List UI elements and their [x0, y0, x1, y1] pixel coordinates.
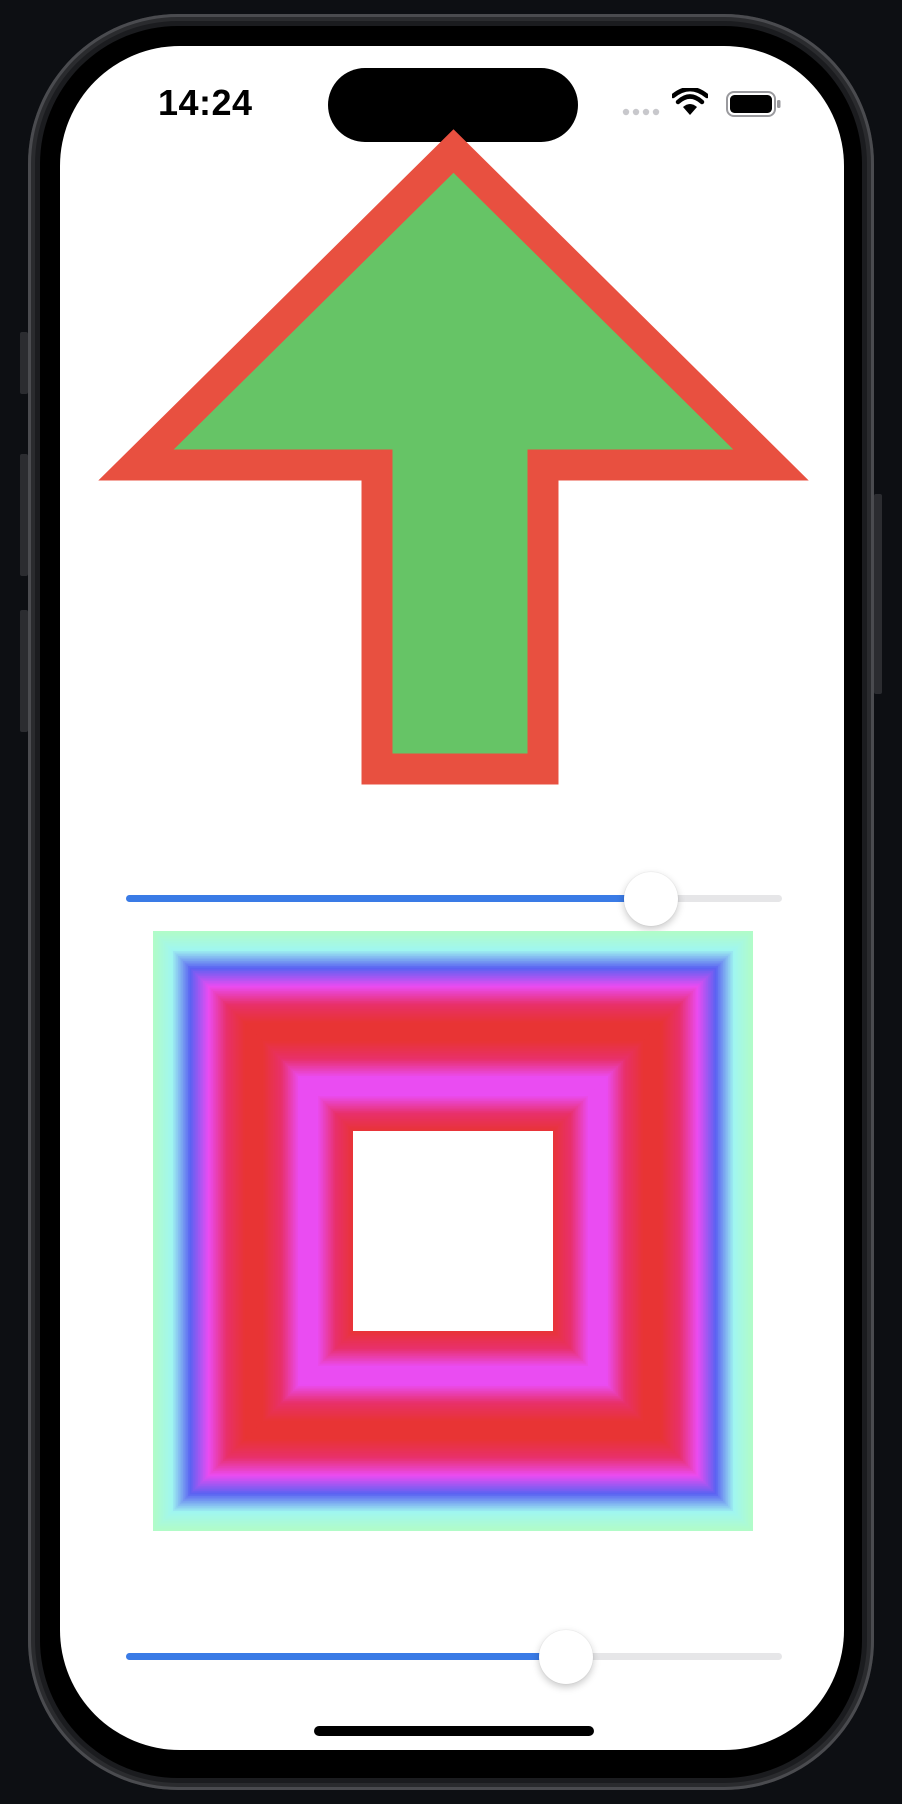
- slider-thumb[interactable]: [624, 872, 678, 926]
- slider-thumb[interactable]: [539, 1630, 593, 1684]
- volume-down-button: [20, 610, 28, 732]
- top-slider[interactable]: [126, 868, 782, 928]
- slider-fill: [126, 1653, 566, 1660]
- screen: 14:24: [60, 46, 844, 1750]
- up-arrow-icon: [98, 129, 809, 785]
- action-button: [20, 332, 28, 394]
- volume-up-button: [20, 454, 28, 576]
- gradient-center: [353, 1131, 553, 1331]
- power-button: [874, 494, 882, 694]
- home-indicator: [314, 1726, 594, 1736]
- gradient-square: [153, 931, 753, 1531]
- slider-fill: [126, 895, 651, 902]
- bottom-slider[interactable]: [126, 1626, 782, 1686]
